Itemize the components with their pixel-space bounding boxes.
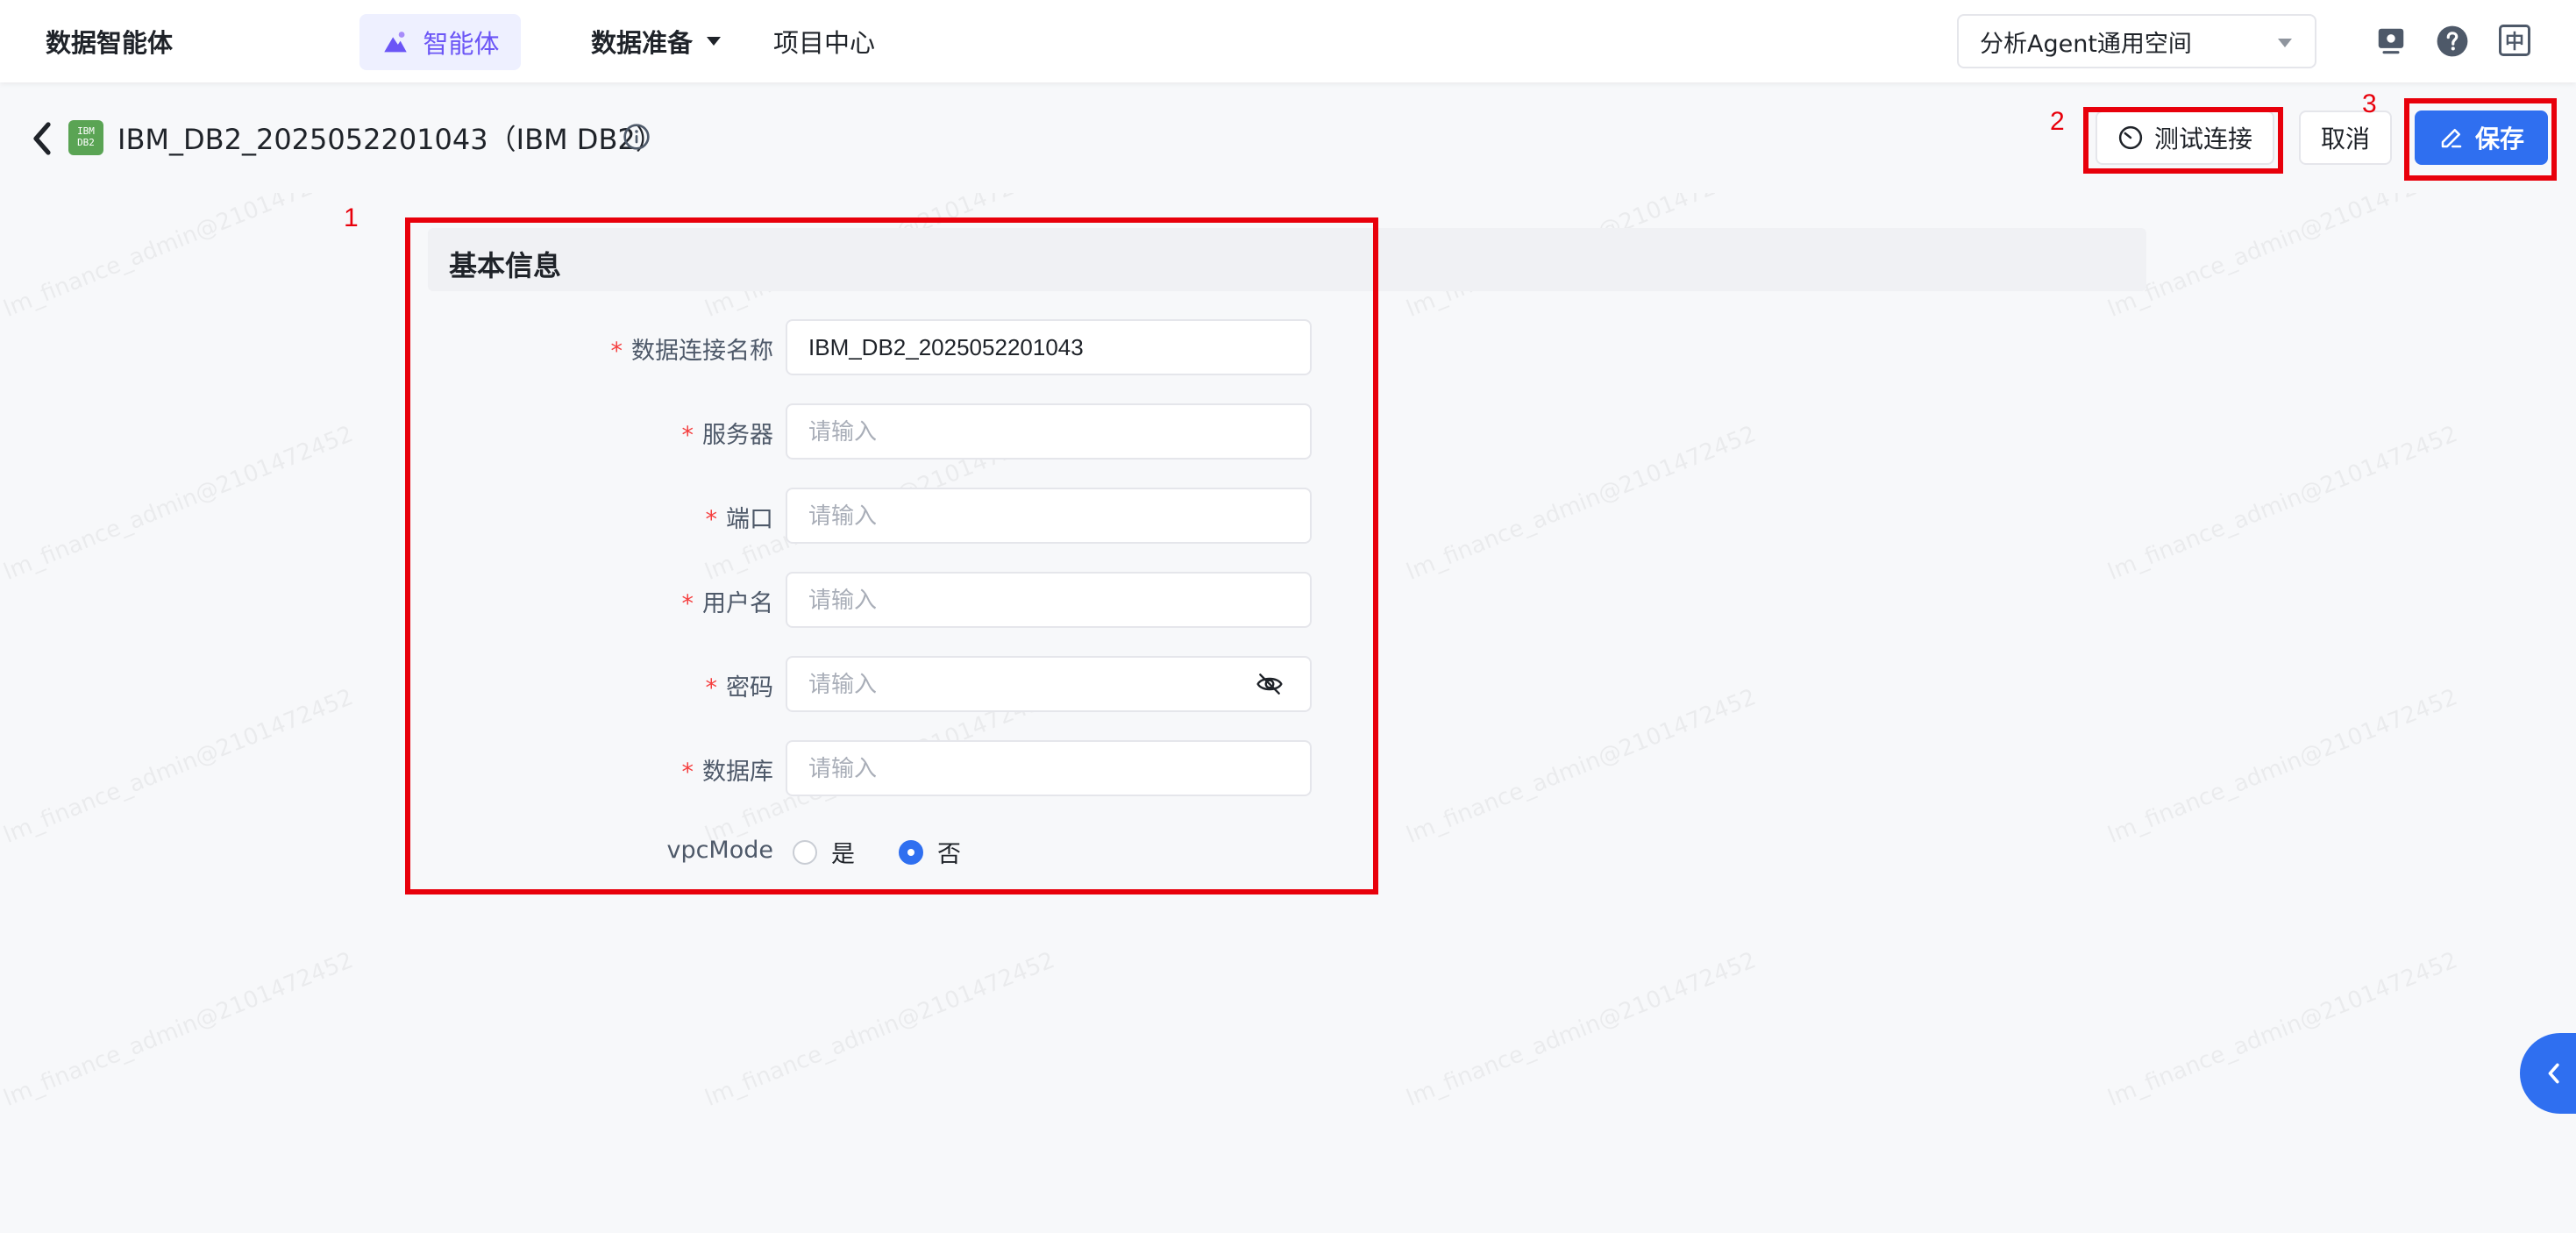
save-button[interactable]: 保存 (2415, 110, 2548, 165)
ibm-db2-logo-line2: DB2 (77, 137, 95, 148)
form-label-text: 数据库 (702, 759, 773, 786)
monitor-icon[interactable] (2374, 25, 2408, 58)
annotation-number-1: 1 (344, 203, 359, 232)
vpc-mode-option-yes[interactable]: 是 (793, 835, 855, 869)
required-mark: * (705, 674, 718, 702)
watermark-text: lm_finance_admin@2101472452 (2104, 684, 2462, 849)
test-connection-label: 测试连接 (2153, 125, 2252, 153)
watermark-text: lm_finance_admin@2101472452 (2104, 947, 2462, 1112)
form-label: * 服务器 (682, 416, 774, 450)
timer-icon (2118, 125, 2143, 150)
save-label: 保存 (2474, 125, 2524, 153)
test-connection-button[interactable]: 测试连接 (2096, 110, 2274, 165)
form-label: * 端口 (706, 500, 774, 534)
watermark-text: lm_finance_admin@2101472452 (0, 421, 358, 586)
nav-menu-data-prep-label: 数据准备 (591, 28, 694, 58)
watermark-text: lm_finance_admin@2101472452 (0, 684, 358, 849)
collapse-icon (2548, 1063, 2559, 1084)
vpc-mode-option-no-label: 否 (937, 841, 961, 868)
form-label-text: 密码 (726, 674, 773, 702)
agent-icon (384, 32, 408, 53)
form-label: * 数据库 (682, 752, 774, 787)
vpc-mode-label: vpcMode (666, 837, 773, 864)
language-label: 中 (2504, 32, 2524, 53)
radio-checked-icon (899, 839, 923, 865)
form-label-text: 数据连接名称 (631, 338, 773, 365)
vpc-mode-radio-group: 是 否 (793, 835, 1005, 869)
section-title: 基本信息 (449, 249, 562, 282)
annotation-number-3: 3 (2362, 89, 2377, 118)
required-mark: * (610, 338, 623, 365)
required-mark: * (705, 506, 718, 533)
watermark-text: lm_finance_admin@2101472452 (1403, 947, 1761, 1112)
nav-tab-agent[interactable]: 智能体 (359, 14, 521, 70)
nav-tab-agent-label: 智能体 (423, 29, 500, 59)
form-label-text: 用户名 (702, 590, 773, 617)
radio-unchecked-icon (793, 839, 817, 865)
server-input[interactable] (786, 403, 1312, 460)
language-icon[interactable]: 中 (2499, 25, 2530, 56)
eye-off-icon[interactable] (1256, 670, 1284, 698)
database-input[interactable] (786, 740, 1312, 796)
nav-item-project-center[interactable]: 项目中心 (773, 23, 875, 60)
required-mark: * (681, 590, 694, 617)
chevron-down-icon (2278, 39, 2292, 47)
back-icon[interactable] (30, 121, 53, 156)
ibm-db2-logo: IBM DB2 (68, 120, 103, 155)
form-row-connection-name: * 数据连接名称 (428, 319, 1322, 375)
form-row-password: * 密码 (428, 656, 1322, 712)
form-label: * 数据连接名称 (611, 331, 774, 366)
form-row-database: * 数据库 (428, 740, 1322, 796)
port-input[interactable] (786, 488, 1312, 544)
form-row-username: * 用户名 (428, 572, 1322, 628)
cancel-label: 取消 (2320, 125, 2370, 153)
page-title: IBM_DB2_2025052201043（IBM DB2） (117, 123, 664, 156)
form-row-port: * 端口 (428, 488, 1322, 544)
vpc-mode-option-no[interactable]: 否 (899, 835, 961, 869)
top-nav: 数据智能体 智能体 数据准备 项目中心 分析Agent通用空间 中 (0, 0, 2576, 82)
help-icon[interactable] (2436, 25, 2469, 58)
form-label: * 密码 (706, 668, 774, 702)
password-input[interactable] (786, 656, 1312, 712)
side-panel-toggle[interactable] (2520, 1033, 2576, 1114)
edit-icon (2441, 129, 2462, 148)
required-mark: * (681, 422, 694, 449)
form-label: * 用户名 (682, 584, 774, 618)
watermark-text: lm_finance_admin@2101472452 (1403, 684, 1761, 849)
connection-name-input[interactable] (786, 319, 1312, 375)
form-label-text: 端口 (726, 506, 773, 533)
watermark-text: lm_finance_admin@2101472452 (1403, 421, 1761, 586)
workspace-select-value: 分析Agent通用空间 (1980, 30, 2192, 58)
username-input[interactable] (786, 572, 1312, 628)
form-row-server: * 服务器 (428, 403, 1322, 460)
chevron-down-icon (707, 37, 722, 46)
watermark-text: lm_finance_admin@2101472452 (701, 947, 1059, 1112)
info-icon[interactable] (623, 123, 651, 151)
vpc-mode-option-yes-label: 是 (831, 841, 855, 868)
required-mark: * (681, 759, 694, 786)
watermark-text: lm_finance_admin@2101472452 (2104, 421, 2462, 586)
watermark-text: lm_finance_admin@2101472452 (0, 947, 358, 1112)
annotation-number-2: 2 (2050, 107, 2065, 136)
workspace-select[interactable]: 分析Agent通用空间 (1957, 14, 2316, 68)
cancel-button[interactable]: 取消 (2299, 110, 2392, 165)
app-title: 数据智能体 (46, 28, 174, 58)
section-header-basic-info: 基本信息 (428, 228, 2146, 291)
nav-menu-data-prep[interactable]: 数据准备 (591, 23, 722, 60)
form-label-text: 服务器 (702, 422, 773, 449)
ibm-db2-logo-line1: IBM (77, 125, 95, 137)
